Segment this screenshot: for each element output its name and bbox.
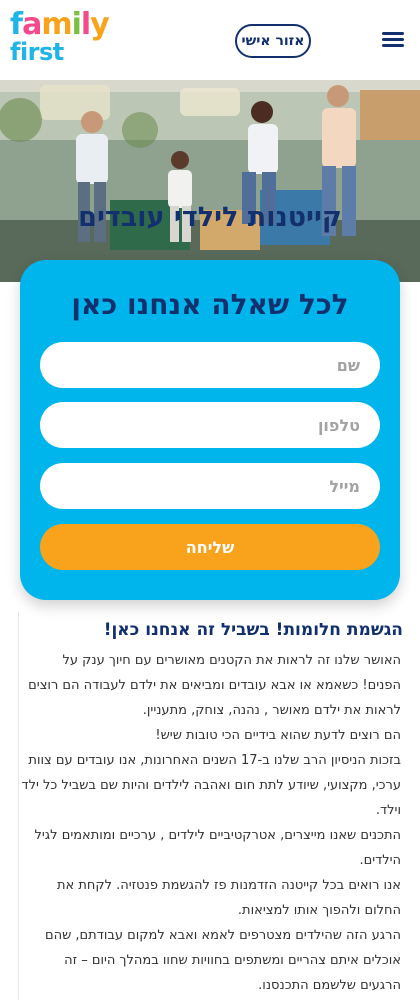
form-title: לכל שאלה אנחנו כאן — [71, 288, 349, 321]
hamburger-icon[interactable] — [382, 32, 404, 48]
paragraph: הם רוצים לדעת שהוא בידיים הכי טובות שיש! — [155, 728, 401, 743]
phone-input[interactable] — [40, 402, 380, 448]
hero-photo — [0, 80, 420, 282]
logo-line-first: first — [10, 38, 64, 66]
paragraph: הרגע הזה שהילדים מצטרפים לאמא ואבא למקום… — [44, 928, 401, 993]
section-body: האושר שלנו זה לראות את הקטנים מאושרים עם… — [21, 648, 401, 998]
logo-line-family: family — [10, 7, 110, 42]
hero-title: קייטנות לילדי עובדים — [78, 202, 342, 233]
personal-area-button[interactable]: אזור אישי — [235, 24, 311, 58]
paragraph: בזכות הניסיון הרב שלנו ב-17 השנים האחרונ… — [21, 753, 401, 818]
paragraph: האושר שלנו זה לראות את הקטנים מאושרים עם… — [28, 653, 401, 718]
family-first-logo[interactable]: family first — [8, 10, 118, 68]
about-section: הגשמת חלומות! בשביל זה אנחנו כאן! האושר … — [18, 612, 403, 1000]
section-title: הגשמת חלומות! בשביל זה אנחנו כאן! — [103, 620, 403, 640]
hero-banner: קייטנות לילדי עובדים — [0, 80, 420, 282]
email-input[interactable] — [40, 463, 380, 509]
name-input[interactable] — [40, 342, 380, 388]
contact-form: לכל שאלה אנחנו כאן שליחה — [20, 260, 400, 600]
paragraph: אנו רואים בכל קייטנה הזדמנות פז להגשמת פ… — [57, 878, 401, 918]
site-header: family first אזור אישי — [0, 0, 420, 80]
paragraph: התכנים שאנו מייצרים, אטרקטיביים לילדים ,… — [34, 828, 401, 868]
submit-button[interactable]: שליחה — [40, 524, 380, 570]
